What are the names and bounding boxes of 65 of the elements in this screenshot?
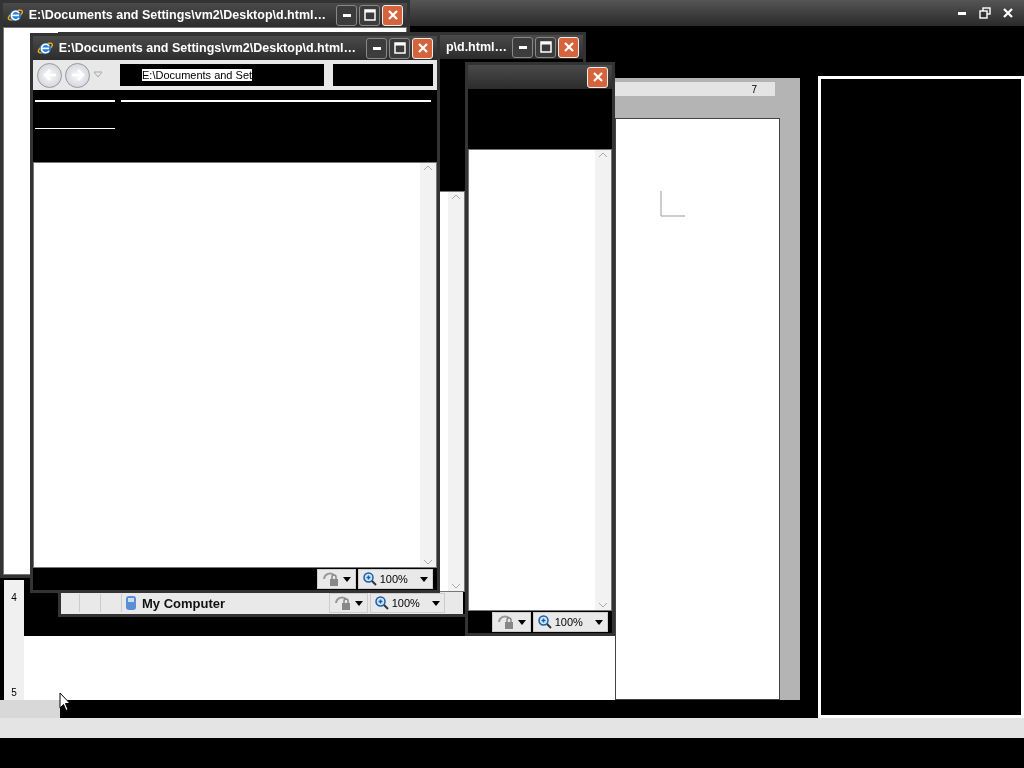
scroll-up-icon — [451, 194, 461, 200]
close-button[interactable] — [558, 36, 579, 58]
window-title: p\d.html… — [445, 40, 507, 54]
browser-logo-icon — [7, 6, 24, 24]
address-field[interactable]: E:\Documents and Set — [120, 64, 324, 86]
maximize-button[interactable] — [389, 37, 410, 59]
ruler-number: 7 — [751, 83, 757, 95]
minimize-icon — [372, 46, 381, 50]
zoom-icon — [362, 572, 377, 586]
minimize-button[interactable] — [366, 37, 387, 59]
mouse-pointer-icon — [59, 692, 71, 712]
restore-icon — [979, 7, 991, 19]
ruler-number: 5 — [11, 687, 17, 698]
maximize-button[interactable] — [535, 36, 556, 58]
close-icon — [591, 71, 604, 83]
scroll-down-icon — [423, 559, 433, 565]
browser-logo-icon — [37, 39, 54, 57]
margin-corner-icon — [660, 191, 686, 217]
scrollbar[interactable] — [595, 150, 611, 610]
close-icon — [562, 41, 575, 53]
close-button[interactable] — [382, 4, 403, 26]
zoom-icon — [537, 615, 552, 629]
minimize-icon — [958, 11, 966, 15]
back-arrow-icon — [42, 69, 57, 81]
computer-icon — [124, 595, 138, 611]
ruler-number: 4 — [11, 592, 17, 603]
maximize-button[interactable] — [359, 4, 380, 26]
security-button[interactable] — [316, 569, 356, 589]
scroll-up-icon — [598, 152, 608, 158]
zoom-button[interactable]: 100% — [369, 593, 445, 613]
search-field[interactable] — [333, 64, 433, 86]
minimize-button[interactable] — [512, 36, 533, 58]
caret-icon — [595, 619, 603, 625]
maximize-icon — [393, 42, 406, 54]
scroll-up-icon — [423, 165, 433, 171]
lock-icon — [496, 614, 515, 630]
minimize-icon — [342, 13, 351, 17]
window-title: E:\Documents and Settings\vm2\Desktop\d.html… — [58, 41, 356, 55]
zoom-button[interactable]: 100% — [532, 612, 608, 632]
maximize-icon — [539, 41, 552, 53]
close-icon — [1002, 7, 1014, 19]
caret-icon — [420, 576, 428, 582]
caret-icon — [432, 600, 440, 606]
lock-icon — [333, 595, 352, 611]
scrollbar[interactable] — [420, 163, 436, 567]
zone-label: My Computer — [142, 595, 226, 611]
scroll-down-icon — [451, 583, 461, 589]
window-title: E:\Documents and Settings\vm2\Desktop\d.html… — [28, 8, 326, 22]
minimize-icon — [518, 45, 527, 49]
minimize-button[interactable] — [336, 4, 357, 26]
caret-icon — [354, 600, 363, 606]
lock-icon — [321, 571, 340, 587]
maximize-icon — [363, 9, 376, 21]
close-icon — [416, 42, 429, 54]
zoom-icon — [374, 596, 389, 610]
zoom-button[interactable]: 100% — [357, 569, 433, 589]
forward-arrow-icon — [70, 69, 85, 81]
scroll-down-icon — [598, 602, 608, 608]
security-button[interactable] — [328, 593, 368, 613]
caret-icon — [517, 619, 526, 625]
close-button[interactable] — [412, 37, 433, 59]
close-icon — [386, 9, 399, 21]
security-button[interactable] — [491, 612, 531, 632]
close-button[interactable] — [587, 66, 608, 88]
scrollbar[interactable] — [448, 192, 464, 591]
